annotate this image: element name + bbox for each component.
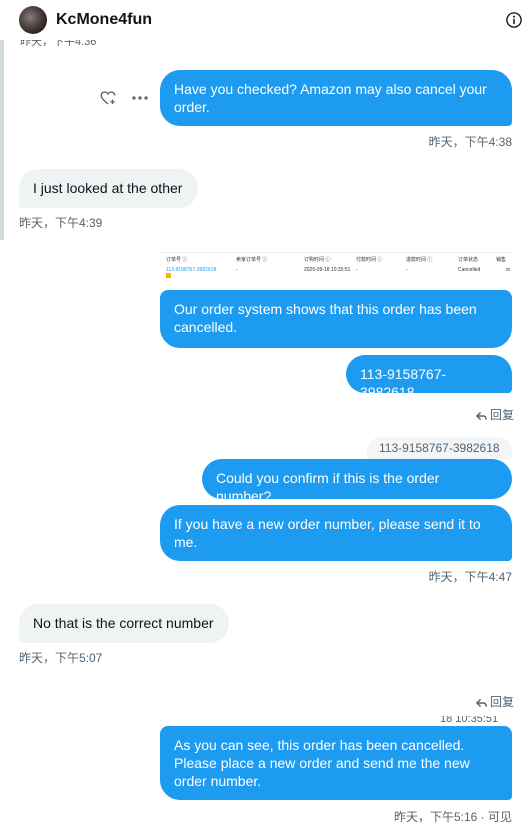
- table-cell: -: [406, 267, 408, 273]
- message-text: I just looked at the other: [33, 180, 183, 196]
- conversation-header: KcMone4fun: [0, 0, 525, 40]
- react-heart-icon[interactable]: [99, 89, 117, 107]
- message-text: 113-9158767-3982618: [360, 366, 447, 400]
- order-screenshot-image[interactable]: 订单号 ⓘ 卖家订单号 ⓘ 订购时间 ⓘ 付款时间 ⓘ 退款时间 ⓘ 订单状态 …: [160, 252, 512, 282]
- message-bubble-outgoing[interactable]: 113-9158767-3982618: [346, 355, 512, 400]
- message-text: Our order system shows that this order h…: [174, 301, 477, 335]
- table-header: 销售: [496, 257, 507, 263]
- message-bubble-outgoing[interactable]: Our order system shows that this order h…: [160, 290, 512, 348]
- message-bubble-incoming[interactable]: No that is the correct number: [19, 604, 229, 643]
- reply-arrow-icon: [475, 698, 487, 708]
- table-header: 订单号 ⓘ: [166, 257, 188, 263]
- table-header: 卖家订单号 ⓘ: [236, 257, 268, 263]
- reply-button[interactable]: 回复: [475, 693, 515, 710]
- conversation-title[interactable]: KcMone4fun: [56, 11, 152, 29]
- message-timestamp: 昨天，下午4:38: [428, 135, 512, 149]
- message-bubble-outgoing[interactable]: As you can see, this order has been canc…: [160, 726, 512, 800]
- table-header: 订单状态: [458, 257, 479, 263]
- reply-arrow-icon: [475, 411, 487, 421]
- table-cell: -: [236, 267, 238, 273]
- quoted-message[interactable]: 113-9158767-3982618: [367, 437, 512, 459]
- message-text: Could you confirm if this is the order n…: [216, 470, 440, 504]
- table-header: 订购时间 ⓘ: [304, 257, 331, 263]
- message-bubble-incoming[interactable]: I just looked at the other: [19, 169, 198, 208]
- message-timestamp: 昨天，下午5:16 · 可见: [393, 810, 512, 824]
- table-cell: st: [506, 267, 510, 273]
- status-marker-icon: [166, 273, 171, 278]
- table-cell: Cancelled: [458, 267, 481, 273]
- message-bubble-outgoing[interactable]: Have you checked? Amazon may also cancel…: [160, 70, 512, 126]
- message-bubble-outgoing[interactable]: If you have a new order number, please s…: [160, 505, 512, 561]
- table-header: 退款时间 ⓘ: [406, 257, 433, 263]
- message-bubble-outgoing[interactable]: Could you confirm if this is the order n…: [202, 459, 512, 504]
- message-text: No that is the correct number: [33, 615, 214, 631]
- message-text: Have you checked? Amazon may also cancel…: [174, 81, 487, 115]
- message-timestamp: 昨天，下午4:47: [428, 570, 512, 584]
- message-text: If you have a new order number, please s…: [174, 516, 481, 550]
- table-cell: 113-9158767-3982618: [166, 267, 217, 273]
- quoted-image-preview[interactable]: 18 10:35:51: [440, 716, 512, 726]
- more-options-icon[interactable]: [131, 91, 149, 105]
- reply-label: 回复: [490, 408, 515, 422]
- quoted-text: 18 10:35:51: [440, 716, 499, 725]
- message-timestamp: 昨天，下午4:39: [19, 216, 103, 230]
- message-text: As you can see, this order has been canc…: [174, 737, 470, 789]
- avatar[interactable]: [19, 6, 47, 34]
- message-timestamp: 昨天，下午5:07: [19, 651, 103, 665]
- reply-button[interactable]: 回复: [475, 406, 515, 423]
- scroll-indicator[interactable]: [0, 40, 4, 240]
- table-cell: -: [356, 267, 358, 273]
- info-icon[interactable]: [505, 11, 523, 29]
- reply-label: 回复: [490, 695, 515, 709]
- quoted-text: 113-9158767-3982618: [379, 441, 500, 455]
- table-cell: 2025-09-18 10:35:51: [304, 267, 351, 273]
- table-header: 付款时间 ⓘ: [356, 257, 383, 263]
